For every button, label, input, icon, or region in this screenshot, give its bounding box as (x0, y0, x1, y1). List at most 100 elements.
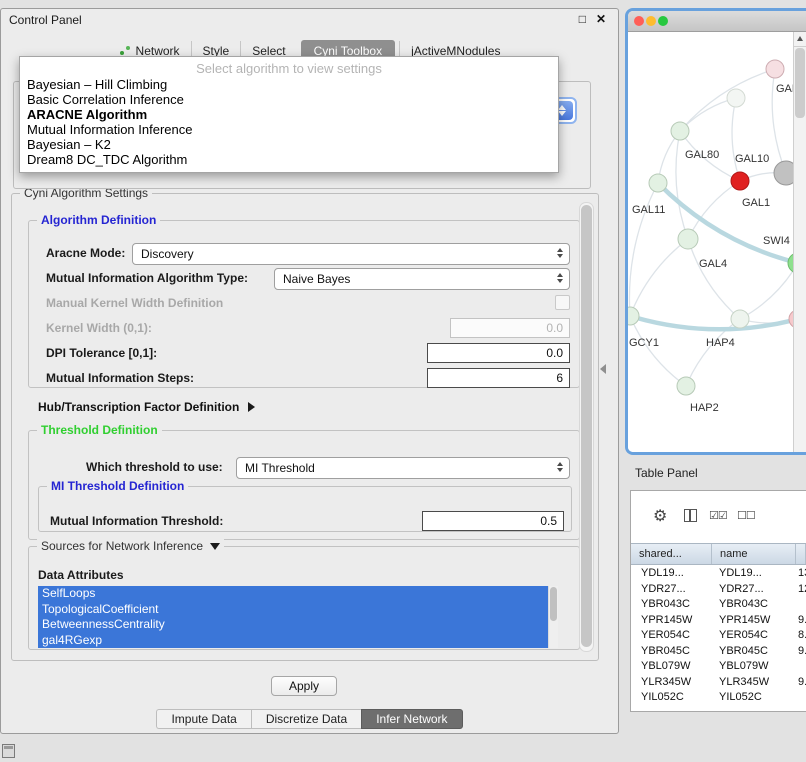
table-panel-window: ⚙ ☑☑ ☐☐ shared... name YDL19...YDL19...1… (630, 490, 806, 712)
node-gal4[interactable] (678, 229, 698, 249)
node-gal1[interactable] (731, 172, 749, 190)
node-gal11[interactable] (649, 174, 667, 192)
column-header-shared-name[interactable]: shared... (631, 544, 712, 564)
stepper-icon (557, 273, 563, 283)
cell-extra: 9. (796, 644, 806, 660)
deselect-all-icon[interactable]: ☐☐ (737, 509, 755, 523)
restore-panel-icon[interactable] (2, 744, 15, 758)
list-item[interactable]: gal4RGexp (38, 633, 548, 649)
mi-threshold-field[interactable] (422, 511, 564, 531)
sources-group-title[interactable]: Sources for Network Inference (37, 539, 224, 553)
node-light[interactable] (727, 89, 745, 107)
mi-algorithm-type-label: Mutual Information Algorithm Type: (46, 271, 248, 285)
scrollbar-thumb[interactable] (550, 587, 557, 621)
network-scrollbar[interactable] (793, 32, 806, 452)
kernel-width-field[interactable] (450, 318, 570, 338)
node-gcy1[interactable] (628, 307, 639, 325)
list-scrollbar[interactable] (548, 586, 558, 648)
table-row[interactable]: YIL052CYIL052C (631, 690, 806, 706)
network-view-window: GAL8GAL80GAL10GAL1GAL11GAL4SWI4GCY1HAP4H… (625, 8, 806, 455)
cell-name: YLR345W (712, 675, 796, 691)
menu-item-bayesian-k2[interactable]: Bayesian – K2 (20, 137, 558, 152)
splitter-collapse-icon[interactable] (600, 364, 606, 374)
tab-impute-data[interactable]: Impute Data (156, 709, 250, 729)
network-edge[interactable] (658, 183, 793, 263)
list-item[interactable]: SelfLoops (38, 586, 548, 602)
cell-name: YBR043C (712, 597, 796, 613)
cell-shared-name: YBR045C (631, 644, 712, 660)
mi-steps-field[interactable] (427, 368, 570, 388)
table-panel-title: Table Panel (635, 466, 698, 480)
select-all-icon[interactable]: ☑☑ (709, 509, 727, 523)
mi-algorithm-type-select[interactable]: Naive Bayes (274, 268, 570, 290)
cell-shared-name: YBR043C (631, 597, 712, 613)
cell-extra: 13 (796, 566, 806, 582)
node-hap4[interactable] (731, 310, 749, 328)
cell-extra (796, 659, 806, 675)
close-button[interactable] (634, 16, 644, 26)
network-edge[interactable] (688, 239, 740, 319)
dpi-tolerance-label: DPI Tolerance [0,1]: (46, 346, 157, 360)
network-window-titlebar[interactable] (628, 11, 806, 32)
menu-item-mutual-information-inference[interactable]: Mutual Information Inference (20, 122, 558, 137)
menu-item-basic-correlation-inference[interactable]: Basic Correlation Inference (20, 92, 558, 107)
tab-discretize-data[interactable]: Discretize Data (251, 709, 361, 729)
node-gal80[interactable] (671, 122, 689, 140)
cell-name: YBL079W (712, 659, 796, 675)
scrollbar-thumb[interactable] (581, 205, 592, 647)
table-row[interactable]: YLR345WYLR345W9. (631, 675, 806, 691)
apply-button[interactable]: Apply (271, 676, 337, 696)
column-header-extra[interactable] (796, 544, 806, 564)
menu-item-bayesian-hill-climbing[interactable]: Bayesian – Hill Climbing (20, 77, 558, 92)
node-label-gal8: GAL8 (776, 83, 793, 95)
cell-shared-name: YDL19... (631, 566, 712, 582)
network-edge[interactable] (629, 183, 658, 316)
cell-shared-name: YDR27... (631, 582, 712, 598)
aracne-mode-select[interactable]: Discovery (132, 243, 570, 265)
network-edge[interactable] (630, 239, 688, 316)
which-threshold-select[interactable]: MI Threshold (236, 457, 570, 479)
node-label-hap4: HAP4 (706, 337, 735, 349)
manual-kernel-width-checkbox[interactable] (555, 295, 570, 310)
network-edge[interactable] (680, 98, 736, 131)
scrollbar-thumb[interactable] (795, 48, 805, 118)
data-attributes-list[interactable]: SelfLoopsTopologicalCoefficientBetweenne… (38, 586, 558, 648)
network-edge[interactable] (740, 263, 793, 319)
hub-definition-toggle[interactable]: Hub/Transcription Factor Definition (38, 400, 255, 414)
float-window-icon[interactable]: □ (579, 12, 586, 26)
column-visibility-icon[interactable] (684, 509, 697, 522)
dpi-tolerance-field[interactable] (427, 343, 570, 363)
node-pink-top[interactable] (766, 60, 784, 78)
network-edge[interactable] (732, 98, 740, 181)
node-label-gal80: GAL80 (685, 149, 719, 161)
table-row[interactable]: YPR145WYPR145W9. (631, 613, 806, 629)
menu-item-aracne-algorithm[interactable]: ARACNE Algorithm (20, 107, 558, 122)
stepper-icon (557, 462, 563, 472)
minimize-button[interactable] (646, 16, 656, 26)
network-edge[interactable] (676, 131, 688, 239)
table-row[interactable]: YBR043CYBR043C (631, 597, 806, 613)
menu-item-dream8-dc-tdc-algorithm[interactable]: Dream8 DC_TDC Algorithm (20, 152, 558, 167)
zoom-button[interactable] (658, 16, 668, 26)
table-row[interactable]: YDL19...YDL19...13 (631, 566, 806, 582)
table-row[interactable]: YER054CYER054C8. (631, 628, 806, 644)
cell-name: YIL052C (712, 690, 796, 706)
table-row[interactable]: YBR045CYBR045C9. (631, 644, 806, 660)
column-header-name[interactable]: name (712, 544, 796, 564)
list-item[interactable]: TopologicalCoefficient (38, 602, 548, 618)
list-item[interactable]: BetweennessCentrality (38, 617, 548, 633)
node-gal10[interactable] (774, 161, 793, 185)
node-label-gal10: GAL10 (735, 153, 769, 165)
tab-infer-network[interactable]: Infer Network (361, 709, 462, 729)
aracne-mode-value: Discovery (141, 247, 194, 261)
settings-gear-icon[interactable]: ⚙ (653, 509, 667, 525)
close-panel-icon[interactable]: ✕ (596, 12, 606, 26)
table-row[interactable]: YDR27...YDR27...12 (631, 582, 806, 598)
scroll-up-arrow-icon[interactable] (794, 32, 806, 47)
node-hap2[interactable] (677, 377, 695, 395)
table-row[interactable]: YBL079WYBL079W (631, 659, 806, 675)
settings-scrollbar[interactable] (579, 202, 594, 652)
table-toolbar: ⚙ ☑☑ ☐☐ (631, 491, 806, 543)
cell-name: YDL19... (712, 566, 796, 582)
network-canvas[interactable]: GAL8GAL80GAL10GAL1GAL11GAL4SWI4GCY1HAP4H… (628, 32, 793, 452)
